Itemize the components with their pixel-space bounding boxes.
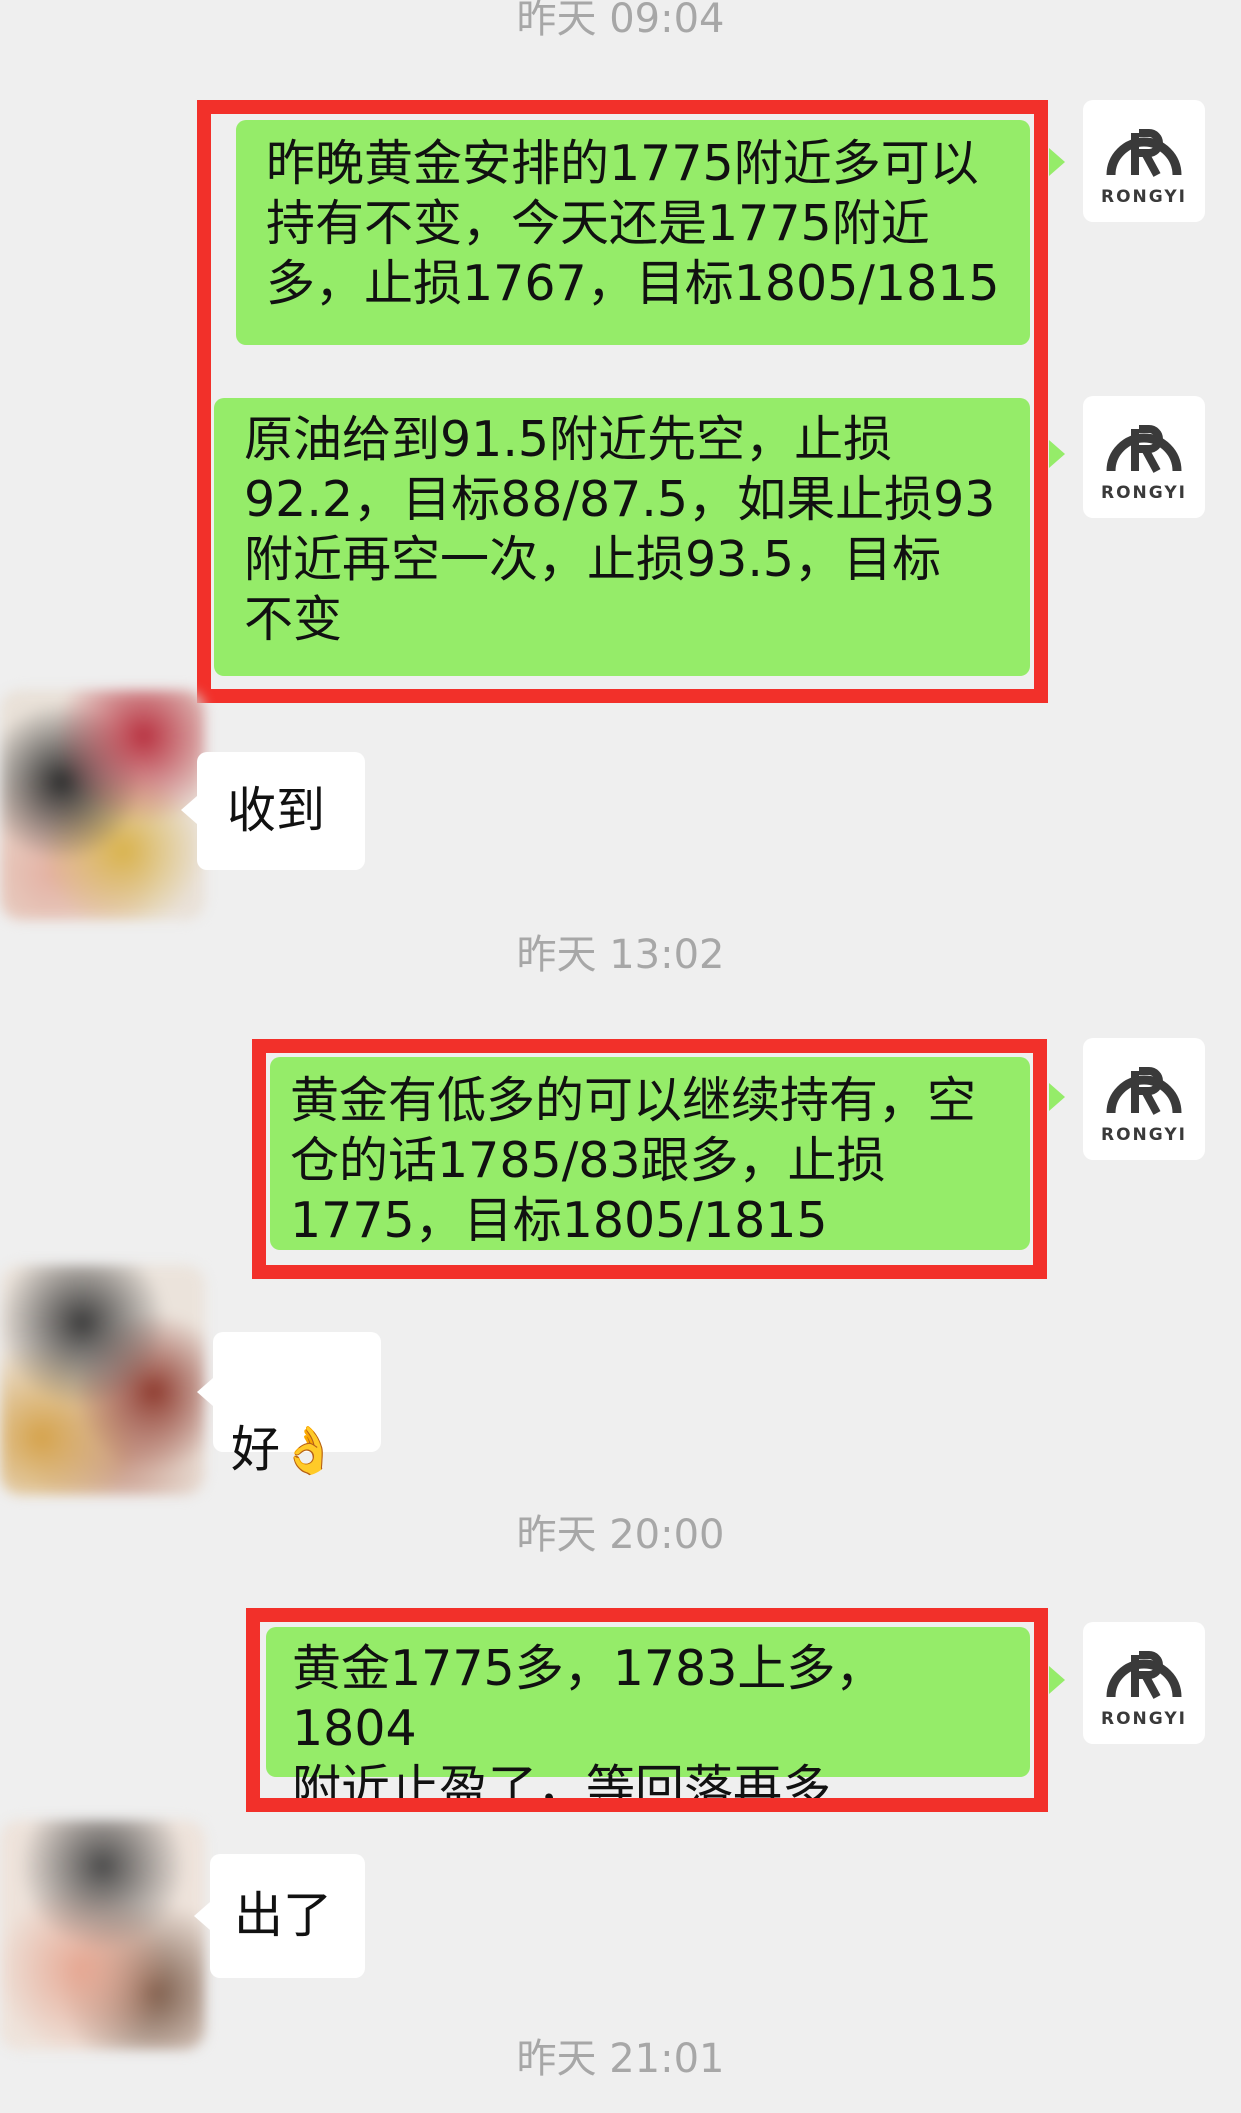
rongyi-logo-icon [1106, 425, 1182, 473]
contact-avatar[interactable]: RONGYI [1083, 1038, 1205, 1160]
logo-text: RONGYI [1101, 1709, 1187, 1729]
contact-avatar[interactable]: RONGYI [1083, 100, 1205, 222]
logo-text: RONGYI [1101, 187, 1187, 207]
outgoing-message-bubble[interactable]: 原油给到91.5附近先空，止损 92.2，目标88/87.5，如果止损93 附近… [214, 398, 1030, 676]
outgoing-message-bubble[interactable]: 黄金1775多，1783上多，1804 附近止盈了，等回落再多 [266, 1627, 1030, 1817]
outgoing-message-bubble[interactable]: 昨晚黄金安排的1775附近多可以 持有不变，今天还是1775附近 多，止损176… [236, 120, 1030, 345]
contact-avatar[interactable]: RONGYI [1083, 396, 1205, 518]
outgoing-message-bubble[interactable]: 黄金有低多的可以继续持有，空 仓的话1785/83跟多，止损 1775，目标18… [270, 1057, 1030, 1250]
bubble-tail [197, 1378, 213, 1406]
timestamp: 昨天 21:01 [516, 2036, 725, 2082]
contact-avatar[interactable]: RONGYI [1083, 1622, 1205, 1744]
ok-hand-emoji-icon: 👌 [280, 1423, 338, 1477]
timestamp: 昨天 13:02 [516, 932, 725, 978]
user-avatar[interactable] [0, 690, 205, 920]
timestamp: 昨天 09:04 [516, 0, 725, 42]
message-text: 好 [231, 1421, 281, 1478]
rongyi-logo-icon [1106, 129, 1182, 177]
rongyi-logo-icon [1106, 1067, 1182, 1115]
incoming-message-bubble[interactable]: 出了 [210, 1854, 365, 1978]
timestamp: 昨天 20:00 [516, 1512, 725, 1558]
bubble-tail [1049, 1083, 1065, 1111]
bubble-tail [1049, 1666, 1065, 1694]
rongyi-logo-icon [1106, 1651, 1182, 1699]
incoming-message-bubble[interactable]: 收到 [197, 752, 365, 870]
user-avatar[interactable] [0, 1820, 205, 2050]
logo-text: RONGYI [1101, 1125, 1187, 1145]
bubble-tail [181, 796, 197, 824]
bubble-tail [1049, 440, 1065, 468]
incoming-message-bubble[interactable]: 好👌 [213, 1332, 381, 1478]
user-avatar[interactable] [0, 1265, 205, 1495]
bubble-tail [194, 1902, 210, 1930]
bubble-tail [1049, 148, 1065, 176]
logo-text: RONGYI [1101, 483, 1187, 503]
